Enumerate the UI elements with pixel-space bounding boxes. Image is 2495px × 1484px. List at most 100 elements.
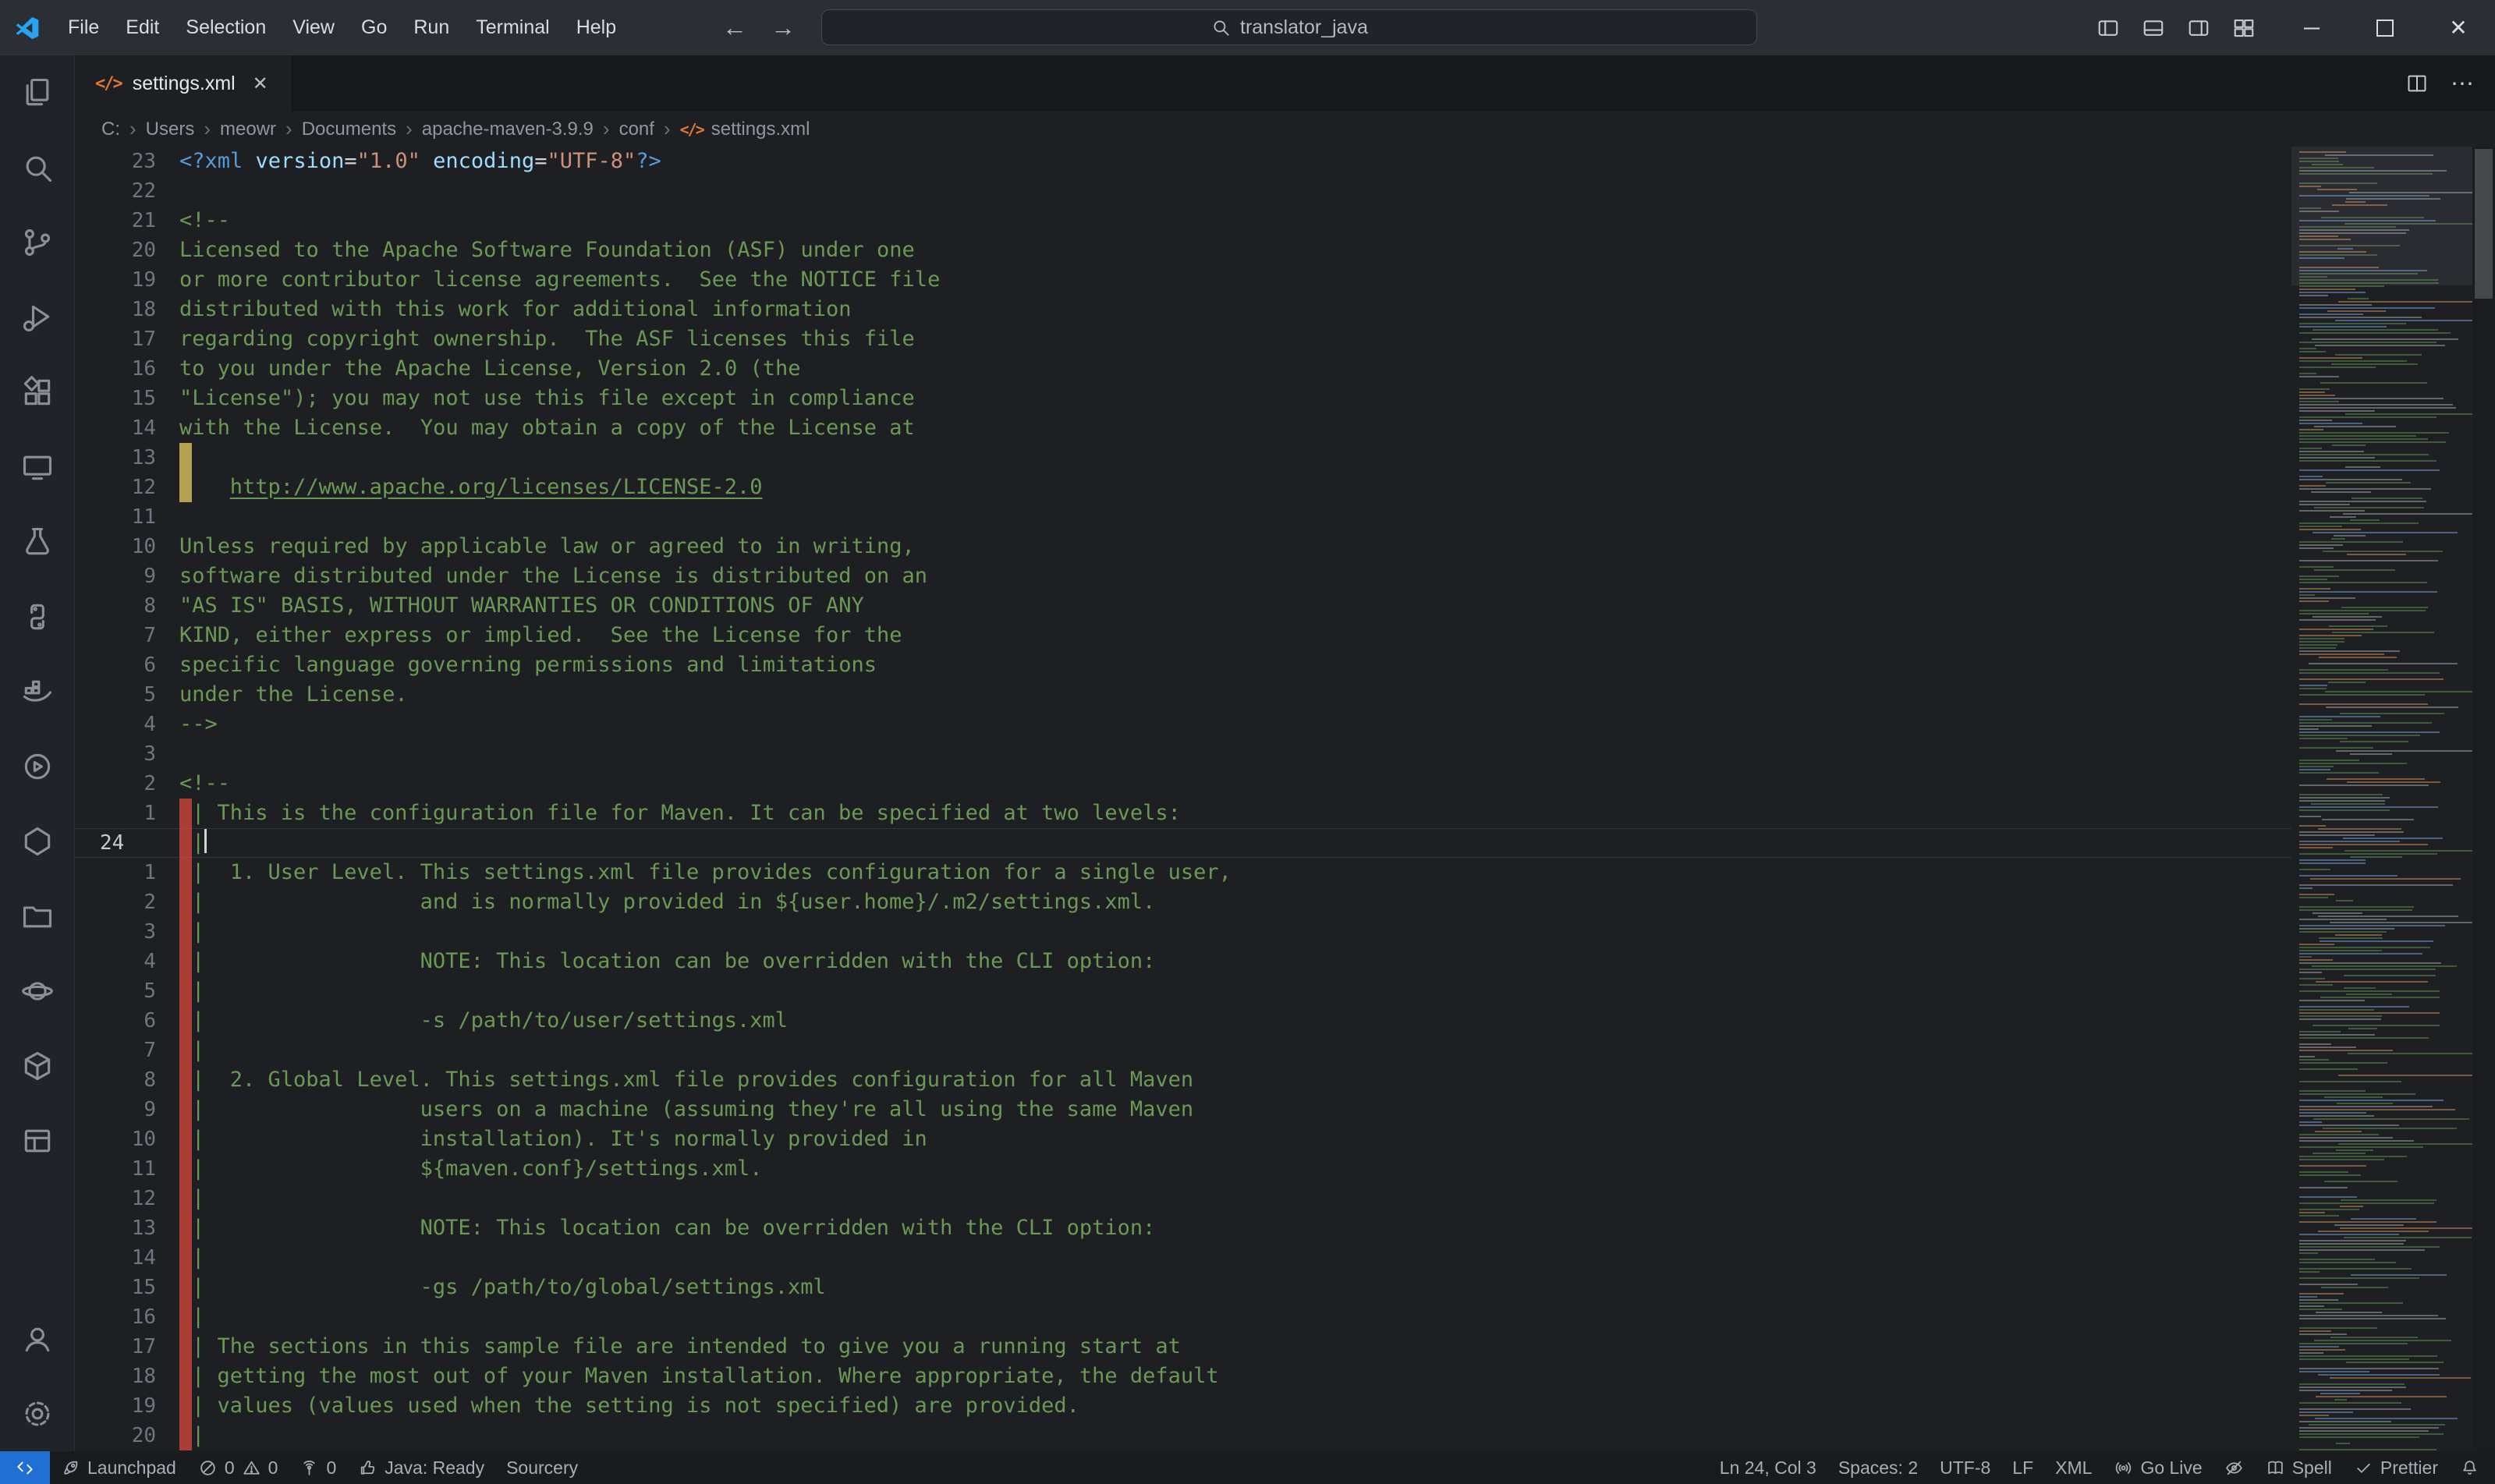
java-status[interactable]: Java: Ready bbox=[347, 1451, 495, 1484]
code-text[interactable]: Unless required by applicable law or agr… bbox=[179, 532, 2291, 561]
code-line[interactable]: 2<!-- bbox=[75, 769, 2291, 799]
code-line[interactable]: 9| users on a machine (assuming they're … bbox=[75, 1095, 2291, 1125]
code-text[interactable]: | bbox=[179, 1184, 2291, 1213]
line-number[interactable]: 17 bbox=[75, 1332, 179, 1362]
code-line[interactable]: 11| ${maven.conf}/settings.xml. bbox=[75, 1154, 2291, 1184]
sourcery-icon[interactable] bbox=[0, 804, 75, 879]
line-number[interactable]: 21 bbox=[75, 206, 179, 236]
more-actions-icon[interactable]: ⋯ bbox=[2444, 65, 2481, 102]
line-number[interactable]: 5 bbox=[75, 680, 179, 710]
cursor-position-status[interactable]: Ln 24, Col 3 bbox=[1709, 1451, 1827, 1484]
line-number[interactable]: 7 bbox=[75, 621, 179, 650]
line-number[interactable]: 17 bbox=[75, 324, 179, 354]
code-text[interactable]: | installation). It's normally provided … bbox=[179, 1125, 2291, 1154]
tab-settings-xml[interactable]: </> settings.xml ✕ bbox=[75, 55, 292, 112]
code-text[interactable]: | 1. User Level. This settings.xml file … bbox=[179, 858, 2291, 887]
code-line[interactable]: 16| bbox=[75, 1302, 2291, 1332]
code-text[interactable]: --> bbox=[179, 710, 2291, 739]
code-line[interactable]: 24| bbox=[75, 828, 2291, 858]
forward-button[interactable]: → bbox=[763, 0, 803, 55]
line-number[interactable]: 12 bbox=[75, 473, 179, 502]
line-number[interactable]: 22 bbox=[75, 176, 179, 206]
code-text[interactable]: Licensed to the Apache Software Foundati… bbox=[179, 236, 2291, 265]
code-line[interactable]: 20Licensed to the Apache Software Founda… bbox=[75, 236, 2291, 265]
line-number[interactable]: 2 bbox=[75, 769, 179, 799]
code-text[interactable]: | bbox=[179, 1421, 2291, 1450]
line-number[interactable]: 19 bbox=[75, 1391, 179, 1421]
code-line[interactable]: 8"AS IS" BASIS, WITHOUT WARRANTIES OR CO… bbox=[75, 591, 2291, 621]
code-line[interactable]: 10Unless required by applicable law or a… bbox=[75, 532, 2291, 561]
menu-view[interactable]: View bbox=[279, 0, 348, 55]
go-live-status[interactable]: Go Live bbox=[2103, 1451, 2213, 1484]
line-number[interactable]: 23 bbox=[75, 147, 179, 176]
launchpad-status[interactable]: Launchpad bbox=[50, 1451, 187, 1484]
code-line[interactable]: 14| bbox=[75, 1243, 2291, 1273]
code-line[interactable]: 21<!-- bbox=[75, 206, 2291, 236]
explorer-icon[interactable] bbox=[0, 55, 75, 130]
code-line[interactable]: 12| bbox=[75, 1184, 2291, 1213]
code-line[interactable]: 4--> bbox=[75, 710, 2291, 739]
breadcrumb-drive[interactable]: C: bbox=[101, 119, 120, 140]
code-line[interactable]: 7| bbox=[75, 1036, 2291, 1065]
code-text[interactable]: | bbox=[179, 1036, 2291, 1065]
code-line[interactable]: 18distributed with this work for additio… bbox=[75, 295, 2291, 324]
line-number[interactable]: 3 bbox=[75, 917, 179, 947]
code-text[interactable] bbox=[179, 176, 2291, 206]
highlight-toggle-status[interactable] bbox=[2213, 1451, 2255, 1484]
line-number[interactable]: 14 bbox=[75, 1243, 179, 1273]
code-text[interactable]: software distributed under the License i… bbox=[179, 561, 2291, 591]
code-line[interactable]: 15| -gs /path/to/global/settings.xml bbox=[75, 1273, 2291, 1302]
tab-close-icon[interactable]: ✕ bbox=[246, 69, 275, 97]
code-line[interactable]: 3| bbox=[75, 917, 2291, 947]
menu-edit[interactable]: Edit bbox=[112, 0, 172, 55]
code-line[interactable]: 11 bbox=[75, 502, 2291, 532]
remote-explorer-icon[interactable] bbox=[0, 430, 75, 505]
code-line[interactable]: 10| installation). It's normally provide… bbox=[75, 1125, 2291, 1154]
code-text[interactable]: <!-- bbox=[179, 769, 2291, 799]
gradle-icon[interactable] bbox=[0, 729, 75, 804]
code-line[interactable]: 5under the License. bbox=[75, 680, 2291, 710]
workspace-icon[interactable] bbox=[0, 1103, 75, 1178]
line-number[interactable]: 20 bbox=[75, 1421, 179, 1450]
line-number[interactable]: 15 bbox=[75, 1273, 179, 1302]
code-text[interactable] bbox=[179, 739, 2291, 769]
breadcrumb-meowr[interactable]: meowr bbox=[220, 119, 276, 140]
code-line[interactable]: 5| bbox=[75, 976, 2291, 1006]
line-number[interactable]: 5 bbox=[75, 976, 179, 1006]
extensions-icon[interactable] bbox=[0, 355, 75, 430]
breadcrumb-users[interactable]: Users bbox=[146, 119, 195, 140]
code-text[interactable]: to you under the Apache License, Version… bbox=[179, 354, 2291, 384]
code-line[interactable]: 13 bbox=[75, 443, 2291, 473]
line-number[interactable]: 11 bbox=[75, 502, 179, 532]
code-line[interactable]: 2| and is normally provided in ${user.ho… bbox=[75, 887, 2291, 917]
language-mode-status[interactable]: XML bbox=[2044, 1451, 2103, 1484]
code-line[interactable]: 12 http://www.apache.org/licenses/LICENS… bbox=[75, 473, 2291, 502]
code-text[interactable]: | bbox=[179, 1243, 2291, 1273]
line-number[interactable]: 13 bbox=[75, 443, 179, 473]
code-line[interactable]: 19or more contributor license agreements… bbox=[75, 265, 2291, 295]
command-center-search[interactable]: translator_java bbox=[821, 9, 1757, 45]
code-text[interactable]: under the License. bbox=[179, 680, 2291, 710]
code-line[interactable]: 8| 2. Global Level. This settings.xml fi… bbox=[75, 1065, 2291, 1095]
remote-indicator[interactable] bbox=[0, 1451, 50, 1484]
code-text[interactable]: KIND, either express or implied. See the… bbox=[179, 621, 2291, 650]
code-text[interactable]: with the License. You may obtain a copy … bbox=[179, 413, 2291, 443]
encoding-status[interactable]: UTF-8 bbox=[1929, 1451, 2001, 1484]
line-number[interactable]: 19 bbox=[75, 265, 179, 295]
spell-checker-status[interactable]: Spell bbox=[2255, 1451, 2343, 1484]
line-number[interactable]: 1 bbox=[75, 858, 179, 887]
code-text[interactable]: | getting the most out of your Maven ins… bbox=[179, 1362, 2291, 1391]
toggle-sidebar-icon[interactable] bbox=[2088, 5, 2128, 51]
menu-selection[interactable]: Selection bbox=[172, 0, 279, 55]
line-number[interactable]: 16 bbox=[75, 354, 179, 384]
docker-icon[interactable] bbox=[0, 654, 75, 729]
line-number[interactable]: 24 bbox=[75, 828, 179, 858]
line-number[interactable]: 20 bbox=[75, 236, 179, 265]
settings-gear-icon[interactable] bbox=[0, 1376, 75, 1451]
code-text[interactable]: "License"); you may not use this file ex… bbox=[179, 384, 2291, 413]
line-number[interactable]: 13 bbox=[75, 1213, 179, 1243]
code-text[interactable]: <!-- bbox=[179, 206, 2291, 236]
toggle-panel-icon[interactable] bbox=[2133, 5, 2174, 51]
code-text[interactable]: | ${maven.conf}/settings.xml. bbox=[179, 1154, 2291, 1184]
line-number[interactable]: 18 bbox=[75, 1362, 179, 1391]
